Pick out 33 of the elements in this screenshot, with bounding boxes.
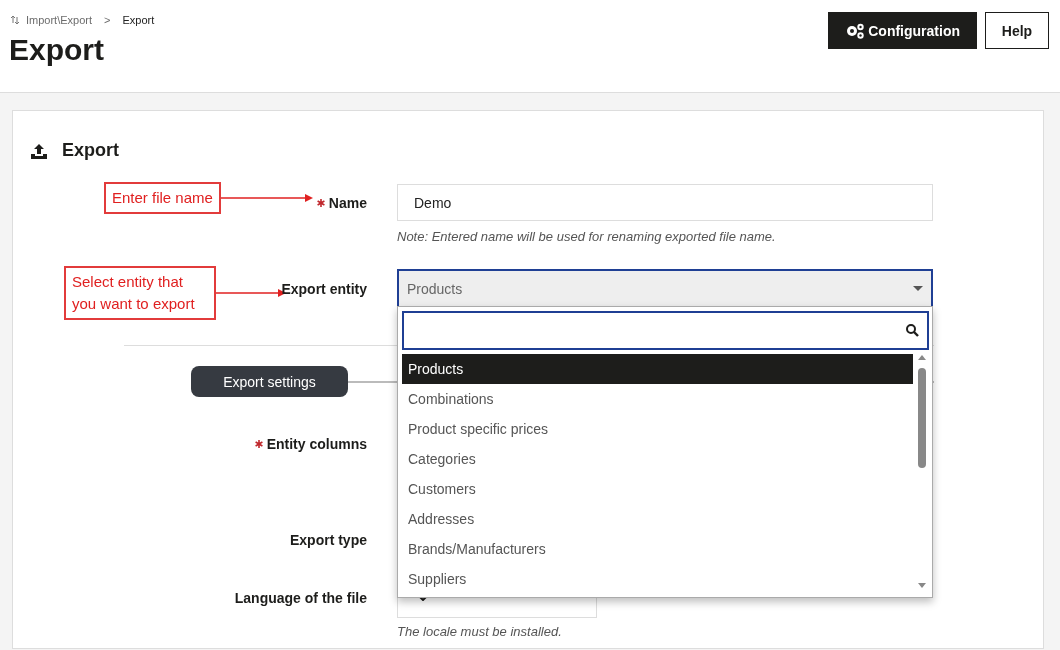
upload-icon (30, 142, 48, 159)
breadcrumb-link[interactable]: Import\Export (26, 14, 93, 26)
annotation-callout: Enter file name (104, 182, 221, 214)
dropdown-option[interactable]: Customers (402, 474, 913, 504)
dropdown-option[interactable]: Suppliers (402, 564, 913, 594)
search-icon (906, 324, 919, 337)
field-note: Note: Entered name will be used for renaming exported file name. (397, 229, 777, 244)
dropdown-option[interactable]: Combinations (402, 384, 913, 414)
name-input[interactable]: Demo (397, 184, 933, 221)
help-button[interactable]: Help (985, 12, 1049, 49)
annotation-callout: Select entity that you want to export (64, 266, 216, 320)
breadcrumb-separator: > (104, 14, 111, 26)
dropdown-option[interactable]: Categories (402, 444, 913, 474)
dropdown-option[interactable]: Product specific prices (402, 414, 913, 444)
breadcrumb-current: Export (122, 14, 155, 26)
entity-select[interactable]: Products (397, 269, 933, 308)
field-label: Export type (290, 532, 367, 548)
sort-arrows-icon (10, 15, 20, 25)
chevron-down-icon (418, 595, 428, 601)
section-label: Export settings (191, 366, 348, 397)
dropdown-option[interactable]: Products (402, 354, 913, 384)
field-label: Export entity (281, 280, 367, 297)
field-label: Name (328, 194, 367, 211)
field-label: Language of the file (234, 590, 367, 606)
caret-icon (913, 286, 923, 291)
gears-icon (845, 21, 866, 40)
dropdown-option[interactable]: Brands/Manufacturers (402, 534, 913, 564)
configuration-button[interactable]: Configuration (828, 12, 977, 49)
search-field[interactable] (402, 311, 929, 350)
field-note: The locale must be installed. (397, 624, 563, 639)
dropdown-option[interactable]: Addresses (402, 504, 913, 534)
card-title: Export (62, 140, 119, 161)
field-label: Entity columns (266, 436, 367, 452)
